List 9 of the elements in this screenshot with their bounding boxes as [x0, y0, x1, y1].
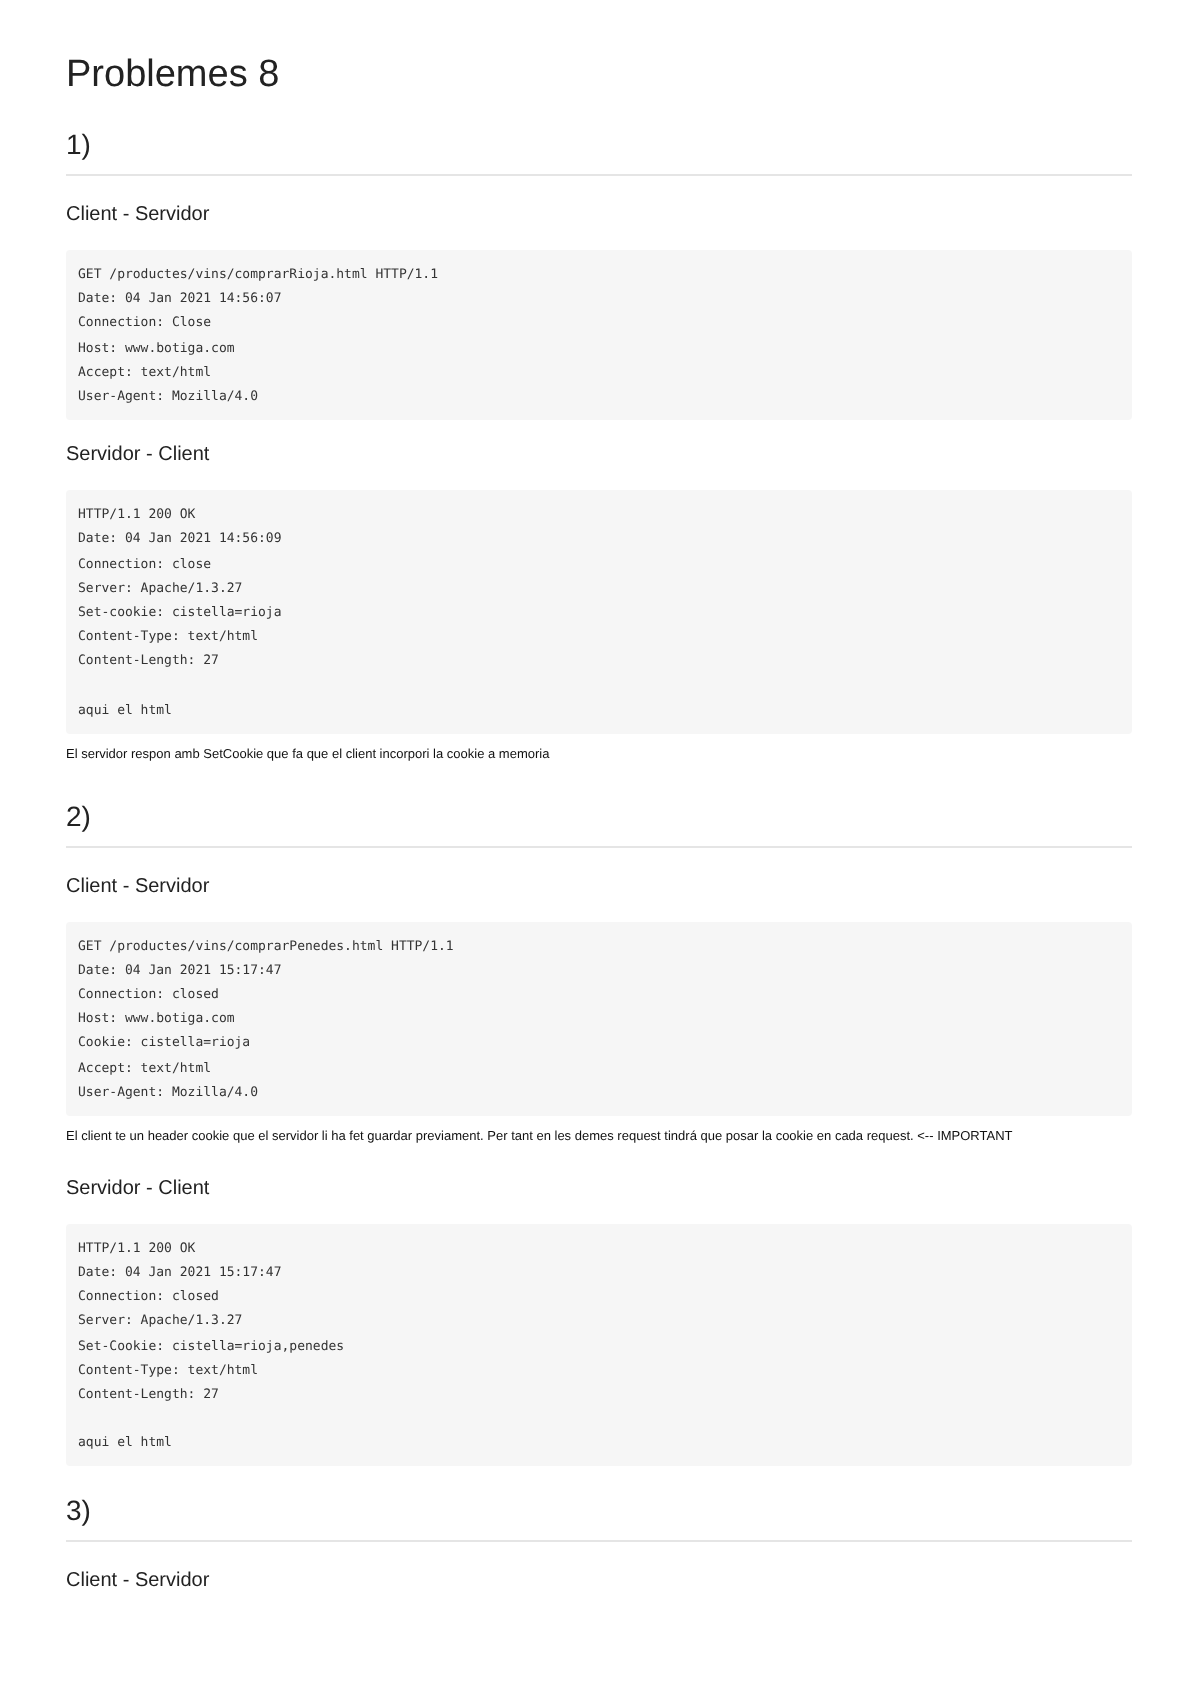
subheading: Client - Servidor: [66, 202, 212, 230]
subheading: Servidor - Client: [66, 1175, 212, 1204]
section-heading: 1): [66, 126, 93, 164]
subheading: Client - Servidor: [66, 1568, 212, 1597]
section-heading: 3): [66, 1492, 93, 1531]
section-heading: 2): [66, 797, 93, 836]
subheading: Servidor - Client: [66, 442, 212, 471]
page-title: Problemes 8: [66, 52, 282, 100]
subheading: Client - Servidor: [66, 873, 212, 902]
